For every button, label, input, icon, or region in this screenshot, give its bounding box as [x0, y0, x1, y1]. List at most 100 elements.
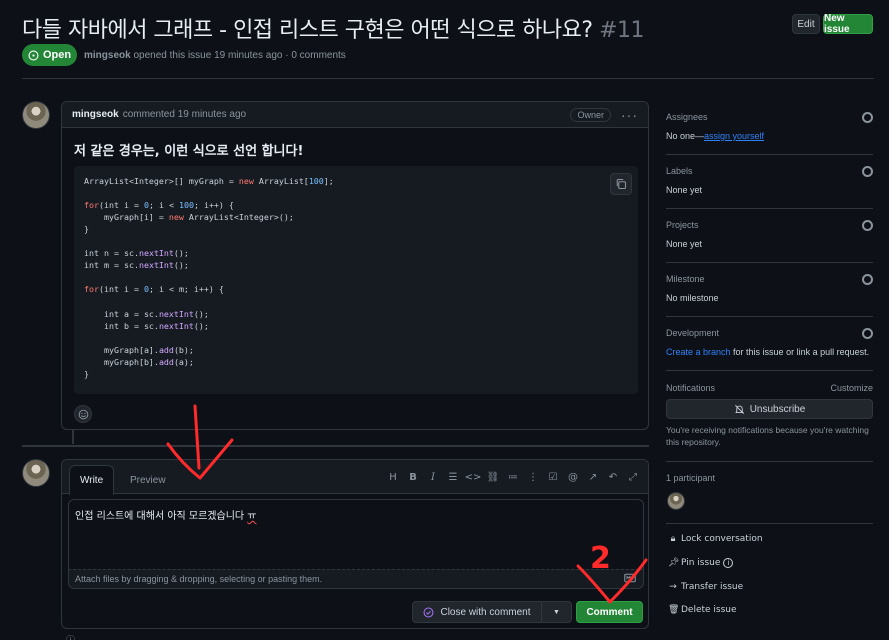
- code-token: myGraph[b].: [84, 356, 159, 367]
- mention-icon[interactable]: @: [566, 470, 580, 484]
- code-token: new: [238, 176, 254, 186]
- code-token: int m = sc.: [84, 260, 139, 271]
- issue-author-link[interactable]: mingseok: [84, 50, 131, 61]
- numbered-list-icon[interactable]: ⋮: [526, 470, 540, 484]
- code-token: ; i < m; i++) {: [148, 284, 224, 295]
- sidebar-participants: 1 participant: [666, 473, 716, 483]
- issue-meta: mingseok opened this issue 19 minutes ag…: [84, 50, 346, 61]
- sidebar-divider: [666, 523, 873, 524]
- close-with-comment-button[interactable]: Close with comment: [412, 601, 542, 623]
- customize-link[interactable]: Customize: [830, 383, 873, 393]
- code-token: myGraph[i] =: [84, 212, 169, 223]
- code-line: int a = sc.nextInt();: [84, 309, 628, 321]
- code-line: for(int i = 0; i < m; i++) {: [84, 284, 628, 296]
- code-token: nextInt: [158, 320, 194, 331]
- undo-icon[interactable]: ↶: [606, 470, 620, 484]
- fullscreen-icon[interactable]: ⤢: [626, 470, 640, 484]
- code-token: myGraph[a].: [84, 344, 159, 355]
- avatar[interactable]: [22, 459, 50, 487]
- italic-icon[interactable]: I: [426, 470, 440, 484]
- code-token: 100: [308, 176, 324, 186]
- sidebar-labels: Labels None yet: [666, 166, 873, 195]
- pin-issue-button[interactable]: 📌︎ Pin issue i: [668, 558, 734, 568]
- code-token: (int i =: [99, 284, 144, 295]
- gear-icon[interactable]: [862, 166, 873, 177]
- create-branch-link[interactable]: Create a branch: [666, 347, 731, 357]
- comment-button[interactable]: Comment: [576, 601, 643, 623]
- issue-comment: mingseok commented 19 minutes ago Owner …: [61, 101, 649, 430]
- check-circle-icon: [424, 607, 434, 617]
- assign-yourself-link[interactable]: assign yourself: [704, 131, 764, 141]
- arrow-right-icon: →: [669, 582, 677, 592]
- sidebar-divider: [666, 370, 873, 371]
- reference-icon[interactable]: ↗: [586, 470, 600, 484]
- code-token: ArrayList<Integer>[] myGraph =: [84, 176, 239, 186]
- unsubscribe-button[interactable]: Unsubscribe: [666, 399, 873, 419]
- code-line: int m = sc.nextInt();: [84, 260, 628, 272]
- attach-files-hint[interactable]: Attach files by dragging & dropping, sel…: [68, 569, 644, 589]
- markdown-icon[interactable]: [624, 572, 636, 584]
- quote-icon[interactable]: ☰: [446, 470, 460, 484]
- comment-header: mingseok commented 19 minutes ago Owner …: [62, 102, 648, 128]
- gear-icon[interactable]: [862, 328, 873, 339]
- code-line: }: [84, 224, 628, 236]
- code-token: int n = sc.: [84, 248, 139, 259]
- comment-time[interactable]: commented 19 minutes ago: [123, 109, 246, 120]
- link-icon[interactable]: ⛓: [486, 470, 500, 484]
- code-line: ArrayList<Integer>[] myGraph = new Array…: [84, 176, 628, 188]
- code-line: int b = sc.nextInt();: [84, 321, 628, 333]
- sidebar-projects: Projects None yet: [666, 220, 873, 249]
- code-token: nextInt: [138, 260, 174, 271]
- code-token: ArrayList<Integer>();: [183, 212, 294, 223]
- delete-issue-button[interactable]: 🗑︎ Delete issue: [668, 605, 737, 615]
- lock-conversation-button[interactable]: 🔒︎ Lock conversation: [668, 534, 763, 544]
- participant-avatar[interactable]: [667, 492, 685, 510]
- sidebar-divider: [666, 316, 873, 317]
- code-token: int a = sc.: [84, 308, 159, 319]
- tab-preview[interactable]: Preview: [120, 465, 176, 495]
- comment-textarea[interactable]: 인접 리스트에 대해서 아직 모르겠습니다 ㅠ: [68, 499, 644, 569]
- gear-icon[interactable]: [862, 274, 873, 285]
- gear-icon[interactable]: [862, 112, 873, 123]
- issue-title: 다들 자바에서 그래프 - 인접 리스트 구현은 어떤 식으로 하나요? #11: [22, 18, 644, 43]
- code-token: ();: [173, 260, 189, 271]
- tab-write[interactable]: Write: [69, 465, 115, 495]
- add-reaction-icon[interactable]: [74, 405, 92, 423]
- bell-slash-icon: [734, 404, 744, 414]
- sidebar-divider: [666, 262, 873, 263]
- notification-reason: You're receiving notifications because y…: [666, 425, 869, 447]
- info-icon: i: [723, 558, 734, 568]
- code-token: ();: [193, 320, 209, 331]
- bullet-list-icon[interactable]: ≔: [506, 470, 520, 484]
- kebab-menu-icon[interactable]: ···: [621, 107, 638, 123]
- code-token: ();: [173, 248, 189, 259]
- copy-icon[interactable]: [610, 173, 632, 195]
- code-token: ];: [323, 176, 334, 186]
- avatar[interactable]: [22, 101, 50, 129]
- gear-icon[interactable]: [862, 220, 873, 231]
- code-token: }: [84, 224, 89, 235]
- sidebar-notifications: Notifications Customize: [666, 383, 873, 393]
- close-options-dropdown[interactable]: ▼: [542, 601, 572, 623]
- owner-badge: Owner: [570, 107, 611, 122]
- task-list-icon[interactable]: ☑: [546, 470, 560, 484]
- pin-icon: 📌︎: [668, 558, 680, 568]
- heading-icon[interactable]: H: [386, 470, 400, 484]
- edit-button[interactable]: Edit: [792, 14, 820, 34]
- lock-icon: 🔒︎: [670, 534, 676, 544]
- timeline-line: [72, 430, 74, 444]
- code-token: new: [168, 212, 184, 223]
- code-line: myGraph[a].add(b);: [84, 345, 628, 357]
- issue-number: #11: [599, 18, 644, 43]
- code-icon[interactable]: <>: [465, 470, 482, 484]
- markdown-toolbar: H B I ☰ <> ⛓ ≔ ⋮ ☑ @ ↗ ↶ ⤢: [386, 470, 640, 484]
- new-issue-button[interactable]: New issue: [823, 13, 873, 35]
- code-lines: ArrayList<Integer>[] myGraph = new Array…: [84, 176, 628, 381]
- bold-icon[interactable]: B: [406, 470, 420, 484]
- comment-author[interactable]: mingseok: [72, 109, 119, 120]
- transfer-issue-button[interactable]: → Transfer issue: [668, 582, 743, 592]
